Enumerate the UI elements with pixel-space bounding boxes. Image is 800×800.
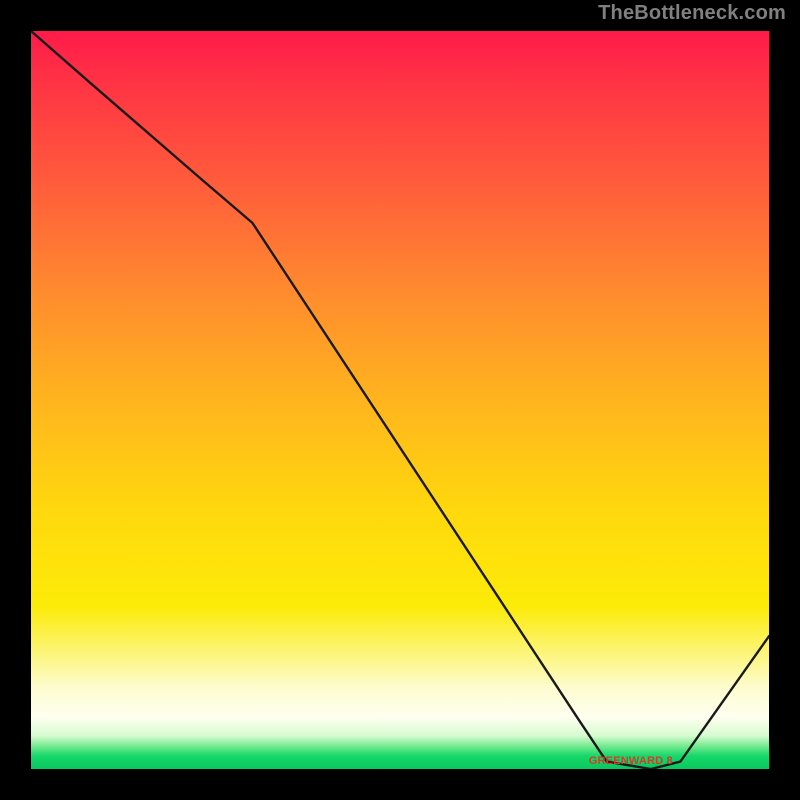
line-series xyxy=(31,31,769,769)
axis-annotation: GREENWARD 8 xyxy=(589,755,673,767)
chart-canvas: TheBottleneck.com GREENWARD 8 xyxy=(0,0,800,800)
watermark-text: TheBottleneck.com xyxy=(598,2,786,25)
plot-area: GREENWARD 8 xyxy=(27,27,773,773)
